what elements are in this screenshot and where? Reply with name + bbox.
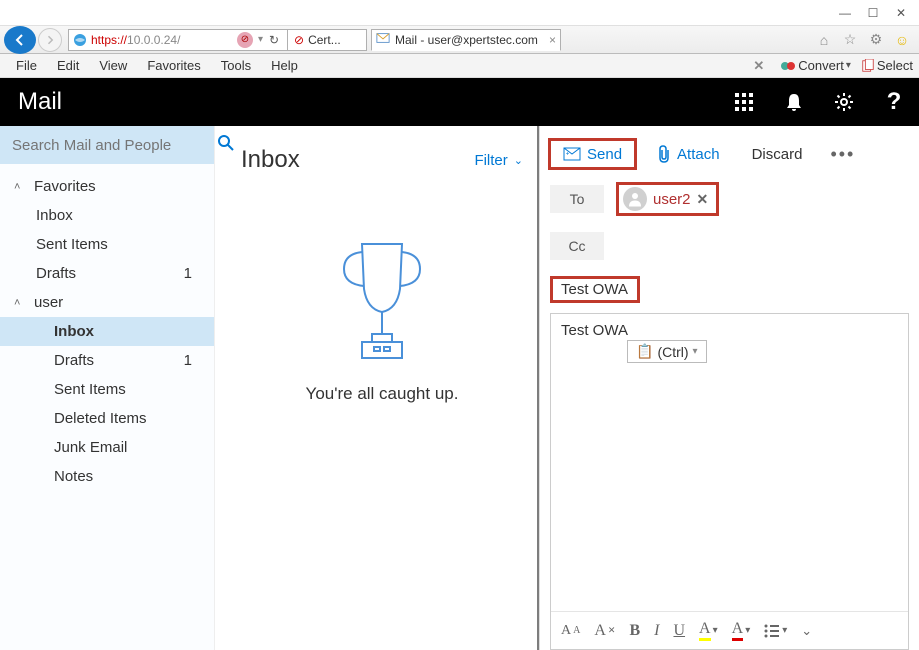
folder-drafts[interactable]: Drafts1 <box>0 346 214 375</box>
folder-inbox[interactable]: Inbox <box>0 317 214 346</box>
cert-error-icon: ⊘ <box>294 33 304 47</box>
attach-button[interactable]: Attach <box>645 138 732 170</box>
select-icon <box>861 59 875 73</box>
tab-cert-label: Cert... <box>308 33 341 47</box>
home-icon[interactable]: ⌂ <box>815 31 833 49</box>
send-button[interactable]: Send <box>548 138 637 170</box>
address-bar[interactable]: https://10.0.0.24/ ⊘ ▾ ↻ <box>68 29 288 51</box>
ie-icon <box>72 32 88 48</box>
highlight-button[interactable]: A▾ <box>699 620 718 641</box>
bullets-button[interactable]: ▾ <box>764 624 787 638</box>
convert-chevron-icon: ▾ <box>846 60 851 71</box>
settings-icon[interactable] <box>819 78 869 126</box>
tab-mail[interactable]: Mail - user@xpertstec.com × <box>371 29 561 51</box>
help-icon[interactable]: ? <box>869 78 919 126</box>
clipboard-icon: 📋 <box>636 343 653 360</box>
window-close[interactable]: ✕ <box>887 3 915 23</box>
chevron-up-icon: ˄ <box>14 181 28 193</box>
window-minimize[interactable]: — <box>831 3 859 23</box>
format-more-button[interactable]: ⌄ <box>801 623 812 639</box>
tab-close-icon[interactable]: × <box>549 33 556 47</box>
tab-cert-error[interactable]: ⊘ Cert... <box>287 29 367 51</box>
folder-deleted[interactable]: Deleted Items <box>0 404 214 433</box>
chevron-up-icon: ˄ <box>14 297 28 309</box>
more-actions-button[interactable]: ••• <box>822 144 863 165</box>
format-toolbar: AA A✕ B I U A▾ A▾ ▾ ⌄ <box>551 611 908 649</box>
menu-tools[interactable]: Tools <box>211 56 261 75</box>
discard-button[interactable]: Discard <box>740 138 815 170</box>
dropdown-icon[interactable]: ▾ <box>258 34 263 45</box>
app-launcher-icon[interactable] <box>719 78 769 126</box>
stop-icon[interactable]: ⊘ <box>237 32 253 48</box>
message-body[interactable]: Test OWA 📋 (Ctrl) ▾ AA A✕ B I U A▾ A▾ ▾ … <box>550 313 909 650</box>
bold-button[interactable]: B <box>629 622 640 640</box>
search-input[interactable] <box>12 137 211 154</box>
forward-button[interactable] <box>38 28 62 52</box>
remove-recipient-icon[interactable]: ✕ <box>697 191 709 208</box>
empty-message: You're all caught up. <box>306 384 459 404</box>
clear-format-button[interactable]: A✕ <box>594 622 615 640</box>
refresh-icon[interactable]: ↻ <box>269 33 283 47</box>
menu-help[interactable]: Help <box>261 56 308 75</box>
avatar-icon <box>623 187 647 211</box>
url-text: https://10.0.0.24/ <box>91 33 234 47</box>
font-color-button[interactable]: A▾ <box>732 620 751 641</box>
fav-drafts[interactable]: Drafts1 <box>0 259 214 288</box>
app-brand: Mail <box>0 88 62 116</box>
subject-input[interactable]: Test OWA <box>550 276 640 303</box>
fav-sent[interactable]: Sent Items <box>0 230 214 259</box>
window-maximize[interactable]: ☐ <box>859 3 887 23</box>
menu-favorites[interactable]: Favorites <box>137 56 210 75</box>
recipient-chip[interactable]: user2 ✕ <box>616 182 719 216</box>
mail-tab-icon <box>376 31 390 48</box>
fav-inbox[interactable]: Inbox <box>0 201 214 230</box>
recipient-name: user2 <box>653 191 691 208</box>
content-title: Inbox <box>241 146 300 174</box>
italic-button[interactable]: I <box>654 622 659 640</box>
user-header[interactable]: ˄ user <box>0 288 214 317</box>
notifications-icon[interactable] <box>769 78 819 126</box>
compose-pane: Send Attach Discard ••• To user2 ✕ Cc <box>539 126 919 650</box>
paste-options[interactable]: 📋 (Ctrl) ▾ <box>627 340 707 363</box>
chevron-down-icon: ▾ <box>693 346 698 357</box>
paperclip-icon <box>657 145 671 163</box>
cc-label[interactable]: Cc <box>550 232 604 260</box>
sidebar: ˄ Favorites Inbox Sent Items Drafts1 ˄ u… <box>0 126 215 650</box>
menu-file[interactable]: File <box>6 56 47 75</box>
convert-icon <box>780 58 796 74</box>
body-text: Test OWA <box>551 314 908 347</box>
font-family-button[interactable]: AA <box>561 623 580 639</box>
trophy-icon <box>332 234 432 374</box>
folder-notes[interactable]: Notes <box>0 462 214 491</box>
menu-edit[interactable]: Edit <box>47 56 89 75</box>
tools-gear-icon[interactable]: ⚙ <box>867 31 885 49</box>
pane-divider[interactable] <box>537 126 539 650</box>
back-button[interactable] <box>4 26 36 54</box>
search-bar[interactable] <box>0 126 214 164</box>
tab-mail-label: Mail - user@xpertstec.com <box>395 33 538 47</box>
chevron-down-icon: ⌄ <box>514 154 523 167</box>
send-icon <box>563 147 581 161</box>
filter-button[interactable]: Filter ⌄ <box>474 152 523 169</box>
folder-junk[interactable]: Junk Email <box>0 433 214 462</box>
to-label[interactable]: To <box>550 185 604 213</box>
favorites-header[interactable]: ˄ Favorites <box>0 172 214 201</box>
menu-view[interactable]: View <box>89 56 137 75</box>
smiley-icon[interactable]: ☺ <box>893 31 911 49</box>
favorites-star-icon[interactable]: ☆ <box>841 31 859 49</box>
toolbar-close-icon[interactable]: ✕ <box>753 58 764 74</box>
convert-button[interactable]: Convert ▾ <box>780 58 851 74</box>
folder-sent[interactable]: Sent Items <box>0 375 214 404</box>
select-button[interactable]: Select <box>861 58 913 73</box>
underline-button[interactable]: U <box>673 622 685 640</box>
